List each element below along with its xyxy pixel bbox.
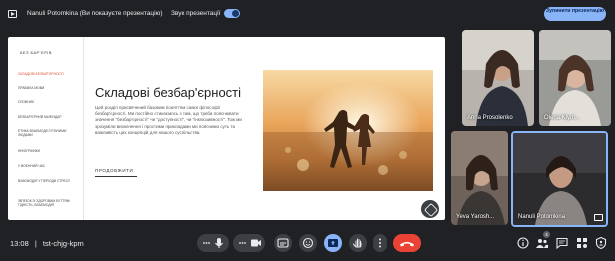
slide-menu-item: ВЗАЄМОДІЯ У ПЕРІОДИ СТРЕСУ bbox=[18, 179, 71, 183]
present-screen-icon bbox=[8, 10, 17, 18]
participant-name: Olena Klym... bbox=[544, 115, 581, 121]
more-audio-options-icon bbox=[203, 242, 210, 244]
participant-tile[interactable]: Anna Prosolenko bbox=[462, 30, 534, 126]
slide-menu-item: ЗВ'ЯЗОК ЗІ ЗДОРОВИМ БУТТЯМ: ГІДНІСТЬ, ВЗ… bbox=[18, 199, 71, 208]
captions-icon bbox=[277, 238, 289, 248]
participant-tile[interactable]: Yeva Yarosh... bbox=[451, 131, 508, 225]
meeting-code: tst-chjg-kpm bbox=[42, 239, 84, 248]
participant-video bbox=[539, 30, 611, 126]
meeting-info-separator: | bbox=[34, 239, 37, 248]
participant-tile-self[interactable]: Nanuli Potomkina bbox=[511, 131, 608, 227]
participant-video bbox=[462, 30, 534, 126]
participant-video bbox=[451, 131, 508, 225]
slide-menu-item: ЕТИКА ВЗАЄМОДІЇ З РІЗНИМИ ЛЮДЬМИ bbox=[18, 129, 67, 138]
end-call-icon bbox=[400, 242, 414, 247]
participant-name: Nanuli Potomkina bbox=[518, 214, 566, 220]
participant-tile[interactable]: Olena Klym... bbox=[539, 30, 611, 126]
present-now-button[interactable] bbox=[324, 234, 342, 252]
participant-name: Anna Prosolenko bbox=[467, 115, 513, 121]
meeting-details-icon[interactable] bbox=[516, 236, 530, 250]
presenter-label: Nanuli Potomkina (Ви показуєте презентац… bbox=[27, 10, 163, 17]
slide-body-text: Цей розділ присвячений базовим поняттям … bbox=[95, 105, 242, 135]
present-screen-icon bbox=[328, 239, 338, 247]
slide-menu-item: СЛОВНИК bbox=[18, 100, 34, 104]
microphone-icon bbox=[215, 238, 223, 248]
more-video-options-icon bbox=[239, 242, 246, 244]
sidebar-divider bbox=[83, 37, 84, 220]
more-vertical-icon bbox=[379, 238, 381, 248]
more-options-button[interactable] bbox=[373, 234, 387, 252]
shared-presentation: БЕЗ БАР'ЄРІВ СКЛАДОВІ БЕЗБАР'ЄРНОСТІ ПРА… bbox=[8, 37, 445, 220]
reactions-button[interactable] bbox=[299, 234, 317, 252]
emoji-icon bbox=[302, 237, 314, 249]
mic-control-group[interactable] bbox=[197, 234, 229, 252]
raise-hand-button[interactable] bbox=[349, 234, 367, 252]
site-logo-title: БЕЗ БАР'ЄРІВ bbox=[20, 50, 52, 55]
stop-presenting-button[interactable]: Зупинити презентацію bbox=[544, 7, 606, 21]
slide-photo-couple-beach bbox=[263, 70, 433, 191]
captions-button[interactable] bbox=[274, 234, 292, 252]
activities-icon[interactable] bbox=[575, 236, 589, 250]
chat-icon[interactable] bbox=[555, 236, 569, 250]
camera-icon bbox=[251, 239, 261, 247]
self-view-options-icon[interactable] bbox=[594, 214, 603, 221]
slide-menu-item: У ВОЄННИЙ ЧАС bbox=[18, 164, 46, 168]
presentation-sound-toggle[interactable] bbox=[224, 9, 240, 18]
host-controls-icon[interactable] bbox=[594, 236, 608, 250]
presentation-sound-label: Звук презентації bbox=[171, 10, 221, 17]
presentation-bar: Nanuli Potomkina (Ви показуєте презентац… bbox=[0, 0, 615, 28]
meeting-info: 13:08 | tst-chjg-kpm bbox=[10, 239, 84, 248]
participant-video bbox=[513, 133, 606, 225]
raise-hand-icon bbox=[353, 238, 362, 248]
slide-menu-item: БЕЗБАР'ЄРНИЙ КАЛЕНДАР bbox=[18, 115, 62, 119]
slide-menu-item: ІНФОГРАФІКИ bbox=[18, 149, 40, 153]
continue-link-underline bbox=[95, 176, 137, 177]
people-icon[interactable] bbox=[535, 236, 549, 250]
leave-call-button[interactable] bbox=[393, 234, 421, 252]
camera-control-group[interactable] bbox=[233, 234, 265, 252]
slide-heading: Складові безбар'єрності bbox=[95, 85, 242, 100]
slide-edit-fab[interactable] bbox=[421, 200, 439, 218]
continue-link: ПРОДОВЖИТИ bbox=[95, 168, 134, 173]
current-time: 13:08 bbox=[10, 239, 29, 248]
slide-menu-item: СКЛАДОВІ БЕЗБАР'ЄРНОСТІ bbox=[18, 72, 64, 76]
slide-menu-item: ПРАВИЛА МОВИ bbox=[18, 86, 45, 90]
participant-name: Yeva Yarosh... bbox=[456, 214, 495, 220]
